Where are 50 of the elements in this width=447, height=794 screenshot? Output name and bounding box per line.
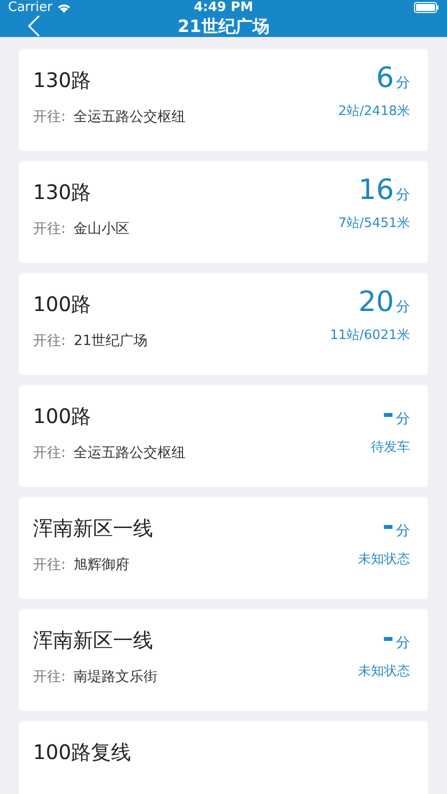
bus-card[interactable]: 100路复线 xyxy=(19,721,428,794)
bus-card[interactable]: 130路 开往: 全运五路公交枢纽 6 分 2站/2418米 xyxy=(19,49,428,151)
arrival-minutes: - xyxy=(382,509,394,542)
destination-label: 开往: xyxy=(33,556,66,574)
destination-label: 开往: xyxy=(33,332,66,350)
arrival-minutes: 6 xyxy=(376,61,394,94)
route-name: 130路 xyxy=(33,179,92,206)
route-name: 100路 xyxy=(33,291,92,318)
status-time: 4:49 PM xyxy=(194,0,254,15)
route-name: 100路 xyxy=(33,403,92,430)
bus-card[interactable]: 130路 开往: 金山小区 16 分 7站/5451米 xyxy=(19,161,428,263)
route-name: 浑南新区一线 xyxy=(33,515,153,542)
minutes-unit: 分 xyxy=(396,186,410,204)
arrival-minutes: 20 xyxy=(358,285,394,318)
route-name: 130路 xyxy=(33,67,92,94)
route-name: 浑南新区一线 xyxy=(33,627,154,654)
arrival-minutes: - xyxy=(382,621,394,654)
bus-card[interactable]: 浑南新区一线 开往: 南堤路文乐街 -分 未知状态 xyxy=(19,609,428,711)
destination-name: 旭辉御府 xyxy=(74,556,130,574)
distance-info: 7站/5451米 xyxy=(338,215,410,232)
distance-info: 未知状态 xyxy=(358,663,410,680)
carrier-label: Carrier xyxy=(8,0,52,15)
page-title: 21世纪广场 xyxy=(178,16,270,38)
route-name: 100路复线 xyxy=(33,739,132,766)
destination-name: 南堤路文乐街 xyxy=(74,668,158,686)
arrival-minutes: 16 xyxy=(358,173,394,206)
battery-icon xyxy=(414,2,439,13)
destination-label: 开往: xyxy=(33,668,66,686)
bus-card[interactable]: 浑南新区一线 开往: 旭辉御府 -分 未知状态 xyxy=(19,497,428,599)
destination-label: 开往: xyxy=(33,444,66,462)
minutes-unit: 分 xyxy=(396,410,410,428)
distance-info: 待发车 xyxy=(371,439,410,456)
destination-label: 开往: xyxy=(33,108,66,126)
bus-card[interactable]: 100路 开往: 21世纪广场 20 分 11站/6021米 xyxy=(19,273,428,375)
destination-name: 金山小区 xyxy=(74,220,130,238)
minutes-unit: 分 xyxy=(396,298,410,316)
minutes-unit: 分 xyxy=(396,74,410,92)
chevron-left-icon xyxy=(28,15,40,37)
destination-name: 21世纪广场 xyxy=(74,332,148,350)
distance-info: 未知状态 xyxy=(358,551,410,568)
minutes-unit: 分 xyxy=(396,634,410,652)
distance-info: 11站/6021米 xyxy=(330,327,410,344)
destination-label: 开往: xyxy=(33,220,66,238)
destination-name: 全运五路公交枢纽 xyxy=(74,108,186,126)
wifi-icon xyxy=(57,2,72,12)
bus-card[interactable]: 100路 开往: 全运五路公交枢纽 -分 待发车 xyxy=(19,385,428,487)
arrival-minutes: - xyxy=(382,397,394,430)
destination-name: 全运五路公交枢纽 xyxy=(74,444,186,462)
distance-info: 2站/2418米 xyxy=(338,103,410,120)
minutes-unit: 分 xyxy=(396,522,410,540)
